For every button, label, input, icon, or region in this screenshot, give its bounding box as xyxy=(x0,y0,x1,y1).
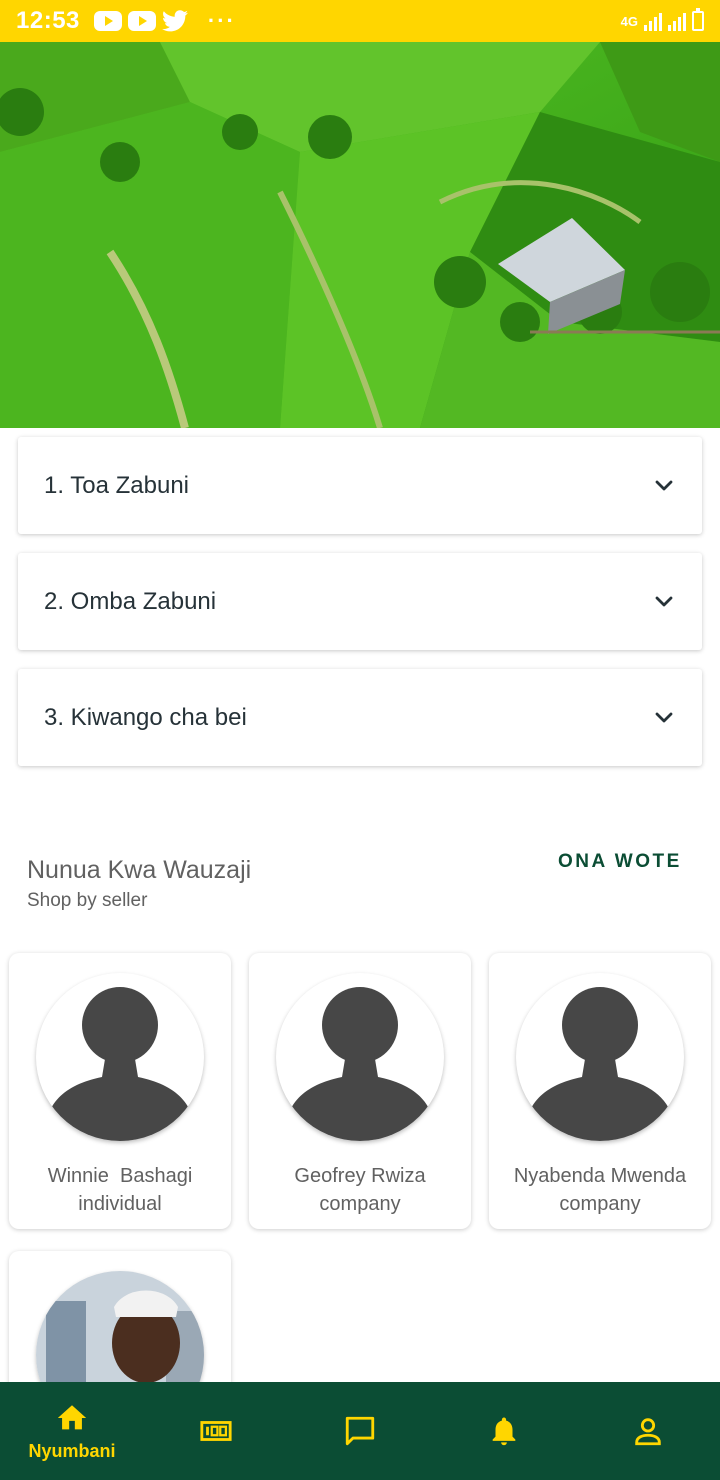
section-subtitle: Shop by seller xyxy=(27,890,148,911)
bell-icon xyxy=(492,1417,516,1446)
nav-home-label: Nyumbani xyxy=(28,1440,116,1461)
chat-icon xyxy=(345,1416,375,1446)
seller-name: Geofrey Rwiza xyxy=(294,1165,426,1187)
accordion-label: 1. Toa Zabuni xyxy=(44,471,189,499)
battery-icon xyxy=(692,8,704,31)
home-icon xyxy=(57,1404,87,1429)
nav-messages[interactable] xyxy=(288,1382,432,1480)
default-avatar-icon xyxy=(276,973,444,1141)
accordion-toa-zabuni[interactable]: 1. Toa Zabuni xyxy=(18,437,702,534)
signal-icon xyxy=(644,11,662,31)
chevron-down-icon xyxy=(655,712,673,722)
seller-card[interactable]: Nyabenda Mwenda company xyxy=(489,953,711,1229)
seller-name: Winnie Bashagi xyxy=(47,1165,193,1187)
see-all-button[interactable]: ONA WOTE xyxy=(558,851,682,873)
app-screen: 12:53 ··· 4G 1. Toa Zabuni 2. Omba Zabun… xyxy=(0,0,720,1480)
seller-type: individual xyxy=(78,1193,162,1215)
accordion-kiwango-cha-bei[interactable]: 3. Kiwango cha bei xyxy=(18,669,702,766)
seller-name: Nyabenda Mwenda xyxy=(513,1165,687,1187)
bids-icon xyxy=(200,1421,232,1441)
status-bar: 12:53 ··· 4G xyxy=(0,0,720,42)
youtube-icon xyxy=(93,11,122,31)
seller-card[interactable]: Winnie Bashagi individual xyxy=(9,953,231,1229)
rice-terraces-photo xyxy=(0,42,720,428)
person-icon xyxy=(635,1418,661,1446)
system-icons: 4G xyxy=(620,8,704,31)
hero-image xyxy=(0,42,720,428)
notification-icons: ··· xyxy=(93,8,236,34)
twitter-icon xyxy=(161,10,188,32)
youtube-icon xyxy=(127,11,156,31)
accordion-label: 3. Kiwango cha bei xyxy=(44,703,247,731)
more-notifications-icon: ··· xyxy=(207,8,236,33)
network-type: 4G xyxy=(620,13,638,29)
default-avatar-icon xyxy=(36,973,204,1141)
accordion-omba-zabuni[interactable]: 2. Omba Zabuni xyxy=(18,553,702,650)
signal-icon xyxy=(668,11,686,31)
seller-card[interactable]: Geofrey Rwiza company xyxy=(249,953,471,1229)
bottom-navigation: Nyumbani xyxy=(0,1382,720,1480)
default-avatar-icon xyxy=(516,973,684,1141)
chevron-down-icon xyxy=(655,596,673,606)
nav-notifications[interactable] xyxy=(432,1382,576,1480)
seller-type: company xyxy=(319,1193,401,1215)
nav-home[interactable]: Nyumbani xyxy=(0,1382,144,1480)
accordion-label: 2. Omba Zabuni xyxy=(44,587,217,615)
section-title: Nunua Kwa Wauzaji xyxy=(27,856,252,884)
nav-profile[interactable] xyxy=(576,1382,720,1480)
status-time: 12:53 xyxy=(16,7,80,34)
nav-bids[interactable] xyxy=(144,1382,288,1480)
seller-type: company xyxy=(559,1193,641,1215)
chevron-down-icon xyxy=(655,480,673,490)
